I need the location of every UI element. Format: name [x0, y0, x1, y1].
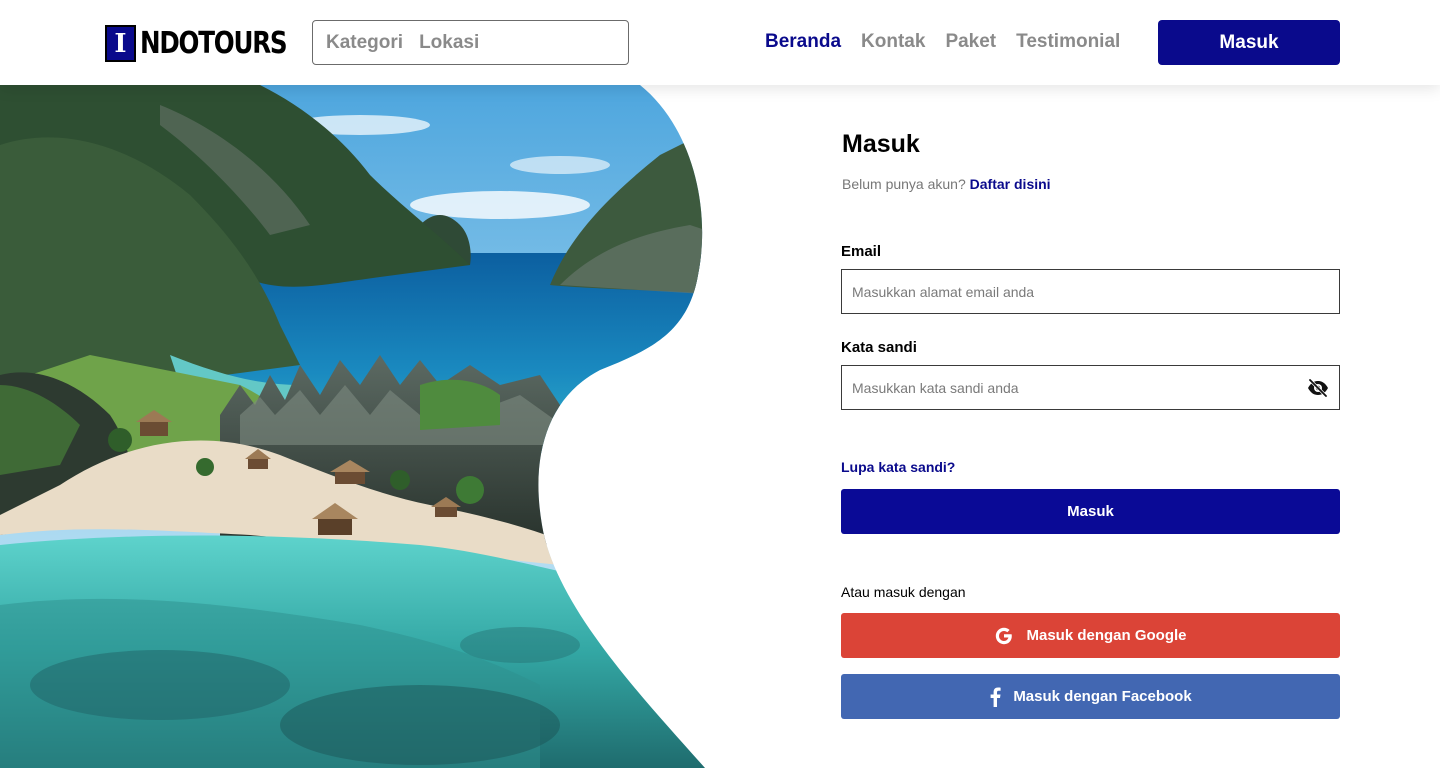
hero-island-image	[0, 85, 705, 768]
header-login-button[interactable]: Masuk	[1158, 20, 1340, 65]
submit-login-label: Masuk	[1067, 503, 1114, 520]
email-label: Email	[841, 243, 882, 260]
google-icon	[994, 626, 1014, 646]
register-prompt: Belum punya akun? Daftar disini	[842, 176, 1051, 192]
nav-kontak[interactable]: Kontak	[861, 31, 925, 53]
facebook-icon	[989, 687, 1001, 707]
email-field-wrapper	[841, 269, 1340, 314]
search-bar: Kategori	[312, 20, 629, 65]
password-field-wrapper	[841, 365, 1340, 410]
main-nav: Beranda Kontak Paket Testimonial	[765, 31, 1140, 53]
top-navbar: I NDOTOURS Kategori Beranda Kontak Paket…	[0, 0, 1440, 85]
nav-testimonial[interactable]: Testimonial	[1016, 31, 1120, 53]
register-link[interactable]: Daftar disini	[970, 176, 1051, 192]
form-title: Masuk	[842, 130, 920, 158]
email-field[interactable]	[842, 270, 1339, 313]
brand-logo[interactable]: I NDOTOURS	[105, 25, 319, 62]
category-label: Kategori	[326, 31, 404, 53]
google-login-button[interactable]: Masuk dengan Google	[841, 613, 1340, 658]
location-input[interactable]	[403, 21, 628, 64]
forgot-password-link[interactable]: Lupa kata sandi?	[841, 459, 955, 475]
google-login-label: Masuk dengan Google	[1026, 627, 1187, 644]
password-visibility-toggle[interactable]	[1297, 366, 1339, 409]
password-field[interactable]	[842, 366, 1297, 409]
category-select[interactable]: Kategori	[313, 21, 403, 64]
facebook-login-label: Masuk dengan Facebook	[1013, 688, 1192, 705]
logo-text: NDOTOURS	[140, 26, 288, 61]
nav-paket[interactable]: Paket	[945, 31, 996, 53]
logo-letter: I	[114, 28, 127, 59]
alt-login-text: Atau masuk dengan	[841, 584, 966, 600]
logo-mark: I	[105, 25, 136, 62]
no-account-text: Belum punya akun?	[842, 176, 966, 192]
nav-beranda[interactable]: Beranda	[765, 31, 841, 53]
submit-login-button[interactable]: Masuk	[841, 489, 1340, 534]
facebook-login-button[interactable]: Masuk dengan Facebook	[841, 674, 1340, 719]
password-label: Kata sandi	[841, 339, 917, 356]
eye-slash-icon	[1308, 378, 1328, 397]
